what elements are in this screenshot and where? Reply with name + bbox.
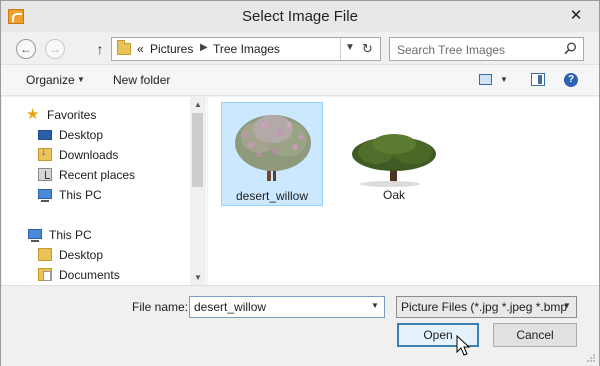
breadcrumb-pictures[interactable]: Pictures	[150, 42, 193, 56]
scrollbar-thumb[interactable]	[192, 113, 203, 187]
folder-icon	[117, 40, 131, 55]
navigation-scrollbar[interactable]: ▲ ▼	[190, 97, 206, 285]
search-icon	[564, 42, 576, 55]
preview-pane-icon[interactable]	[531, 73, 545, 86]
nav-item-label: Downloads	[59, 148, 119, 162]
forward-arrow-icon: →	[49, 42, 61, 56]
address-divider	[340, 38, 341, 60]
command-toolbar: Organize ▼ New folder ▼ ?	[1, 64, 599, 96]
search-input[interactable]: Search Tree Images	[389, 37, 584, 61]
help-icon[interactable]: ?	[564, 73, 578, 87]
close-button[interactable]: ✕	[565, 5, 587, 27]
dialog-footer: File name: ▼ Picture Files (*.jpg *.jpeg…	[1, 285, 599, 366]
refresh-icon[interactable]: ↻	[362, 41, 373, 57]
nav-item-label: Recent places	[59, 168, 136, 182]
resize-grip-icon[interactable]	[586, 353, 596, 363]
desert-willow-thumbnail	[235, 115, 311, 181]
file-name-dropdown-icon[interactable]: ▼	[371, 301, 379, 310]
up-button[interactable]: ↑	[93, 40, 107, 58]
nav-item-label: This PC	[59, 188, 102, 202]
close-icon: ✕	[569, 7, 583, 24]
mouse-pointer-icon	[456, 335, 471, 356]
nav-item-label: Desktop	[59, 248, 104, 262]
scroll-up-icon[interactable]: ▲	[194, 100, 202, 109]
recent-places-icon	[38, 168, 52, 181]
address-bar[interactable]: « Pictures ▶ Tree Images ▼ ↻	[111, 37, 381, 61]
computer-icon	[38, 189, 52, 202]
desktop-icon	[38, 130, 52, 140]
computer-icon	[28, 229, 42, 242]
search-placeholder: Search Tree Images	[397, 43, 506, 57]
folder-icon	[38, 248, 52, 261]
file-type-dropdown-icon[interactable]: ▼	[563, 301, 571, 310]
star-icon: ★	[26, 106, 40, 123]
back-button[interactable]: ←	[16, 39, 36, 59]
window-title: Select Image File	[242, 8, 358, 25]
file-name-label: Oak	[382, 188, 405, 202]
documents-folder-icon	[38, 268, 52, 281]
nav-item-label: This PC	[49, 228, 92, 242]
title-bar[interactable]: Select Image File ✕	[1, 1, 599, 32]
new-folder-button[interactable]: New folder	[113, 73, 170, 87]
file-name-field-label: File name:	[132, 300, 189, 314]
file-item-desert-willow[interactable]: desert_willow	[221, 102, 323, 206]
nav-item-label: Documents	[59, 268, 120, 282]
file-item-oak[interactable]: Oak	[343, 102, 445, 206]
organize-dropdown-icon[interactable]: ▼	[77, 75, 85, 84]
oak-thumbnail	[350, 132, 438, 188]
change-view-icon[interactable]	[479, 74, 492, 85]
downloads-folder-icon	[38, 146, 52, 161]
breadcrumb-separator-icon[interactable]: ▶	[200, 42, 208, 53]
select-image-file-dialog: Select Image File ✕ ← → ↑ « Pictures ▶ T…	[0, 0, 600, 366]
navigation-row: ← → ↑ « Pictures ▶ Tree Images ▼ ↻ Searc…	[1, 32, 599, 64]
view-options-dropdown-icon[interactable]: ▼	[500, 75, 508, 84]
file-type-filter[interactable]: Picture Files (*.jpg *.jpeg *.bmp	[396, 296, 577, 318]
address-dropdown-icon[interactable]: ▼	[345, 42, 355, 53]
nav-item-label: Desktop	[59, 128, 104, 142]
scroll-down-icon[interactable]: ▼	[194, 273, 202, 282]
file-name-input[interactable]	[189, 296, 385, 318]
file-name-label: desert_willow	[235, 189, 309, 203]
breadcrumb-tree-images[interactable]: Tree Images	[213, 42, 280, 56]
cancel-button[interactable]: Cancel	[493, 323, 577, 347]
back-arrow-icon: ←	[20, 42, 32, 56]
file-list: desert_willow Oak	[208, 97, 599, 285]
nav-item-label: Favorites	[47, 108, 97, 122]
forward-button[interactable]: →	[45, 39, 65, 59]
up-arrow-icon: ↑	[96, 41, 104, 57]
address-overflow[interactable]: «	[137, 42, 144, 56]
organize-button[interactable]: Organize	[26, 73, 75, 87]
navigation-pane: ★ Favorites Desktop Downloads Recent pla…	[2, 97, 207, 285]
